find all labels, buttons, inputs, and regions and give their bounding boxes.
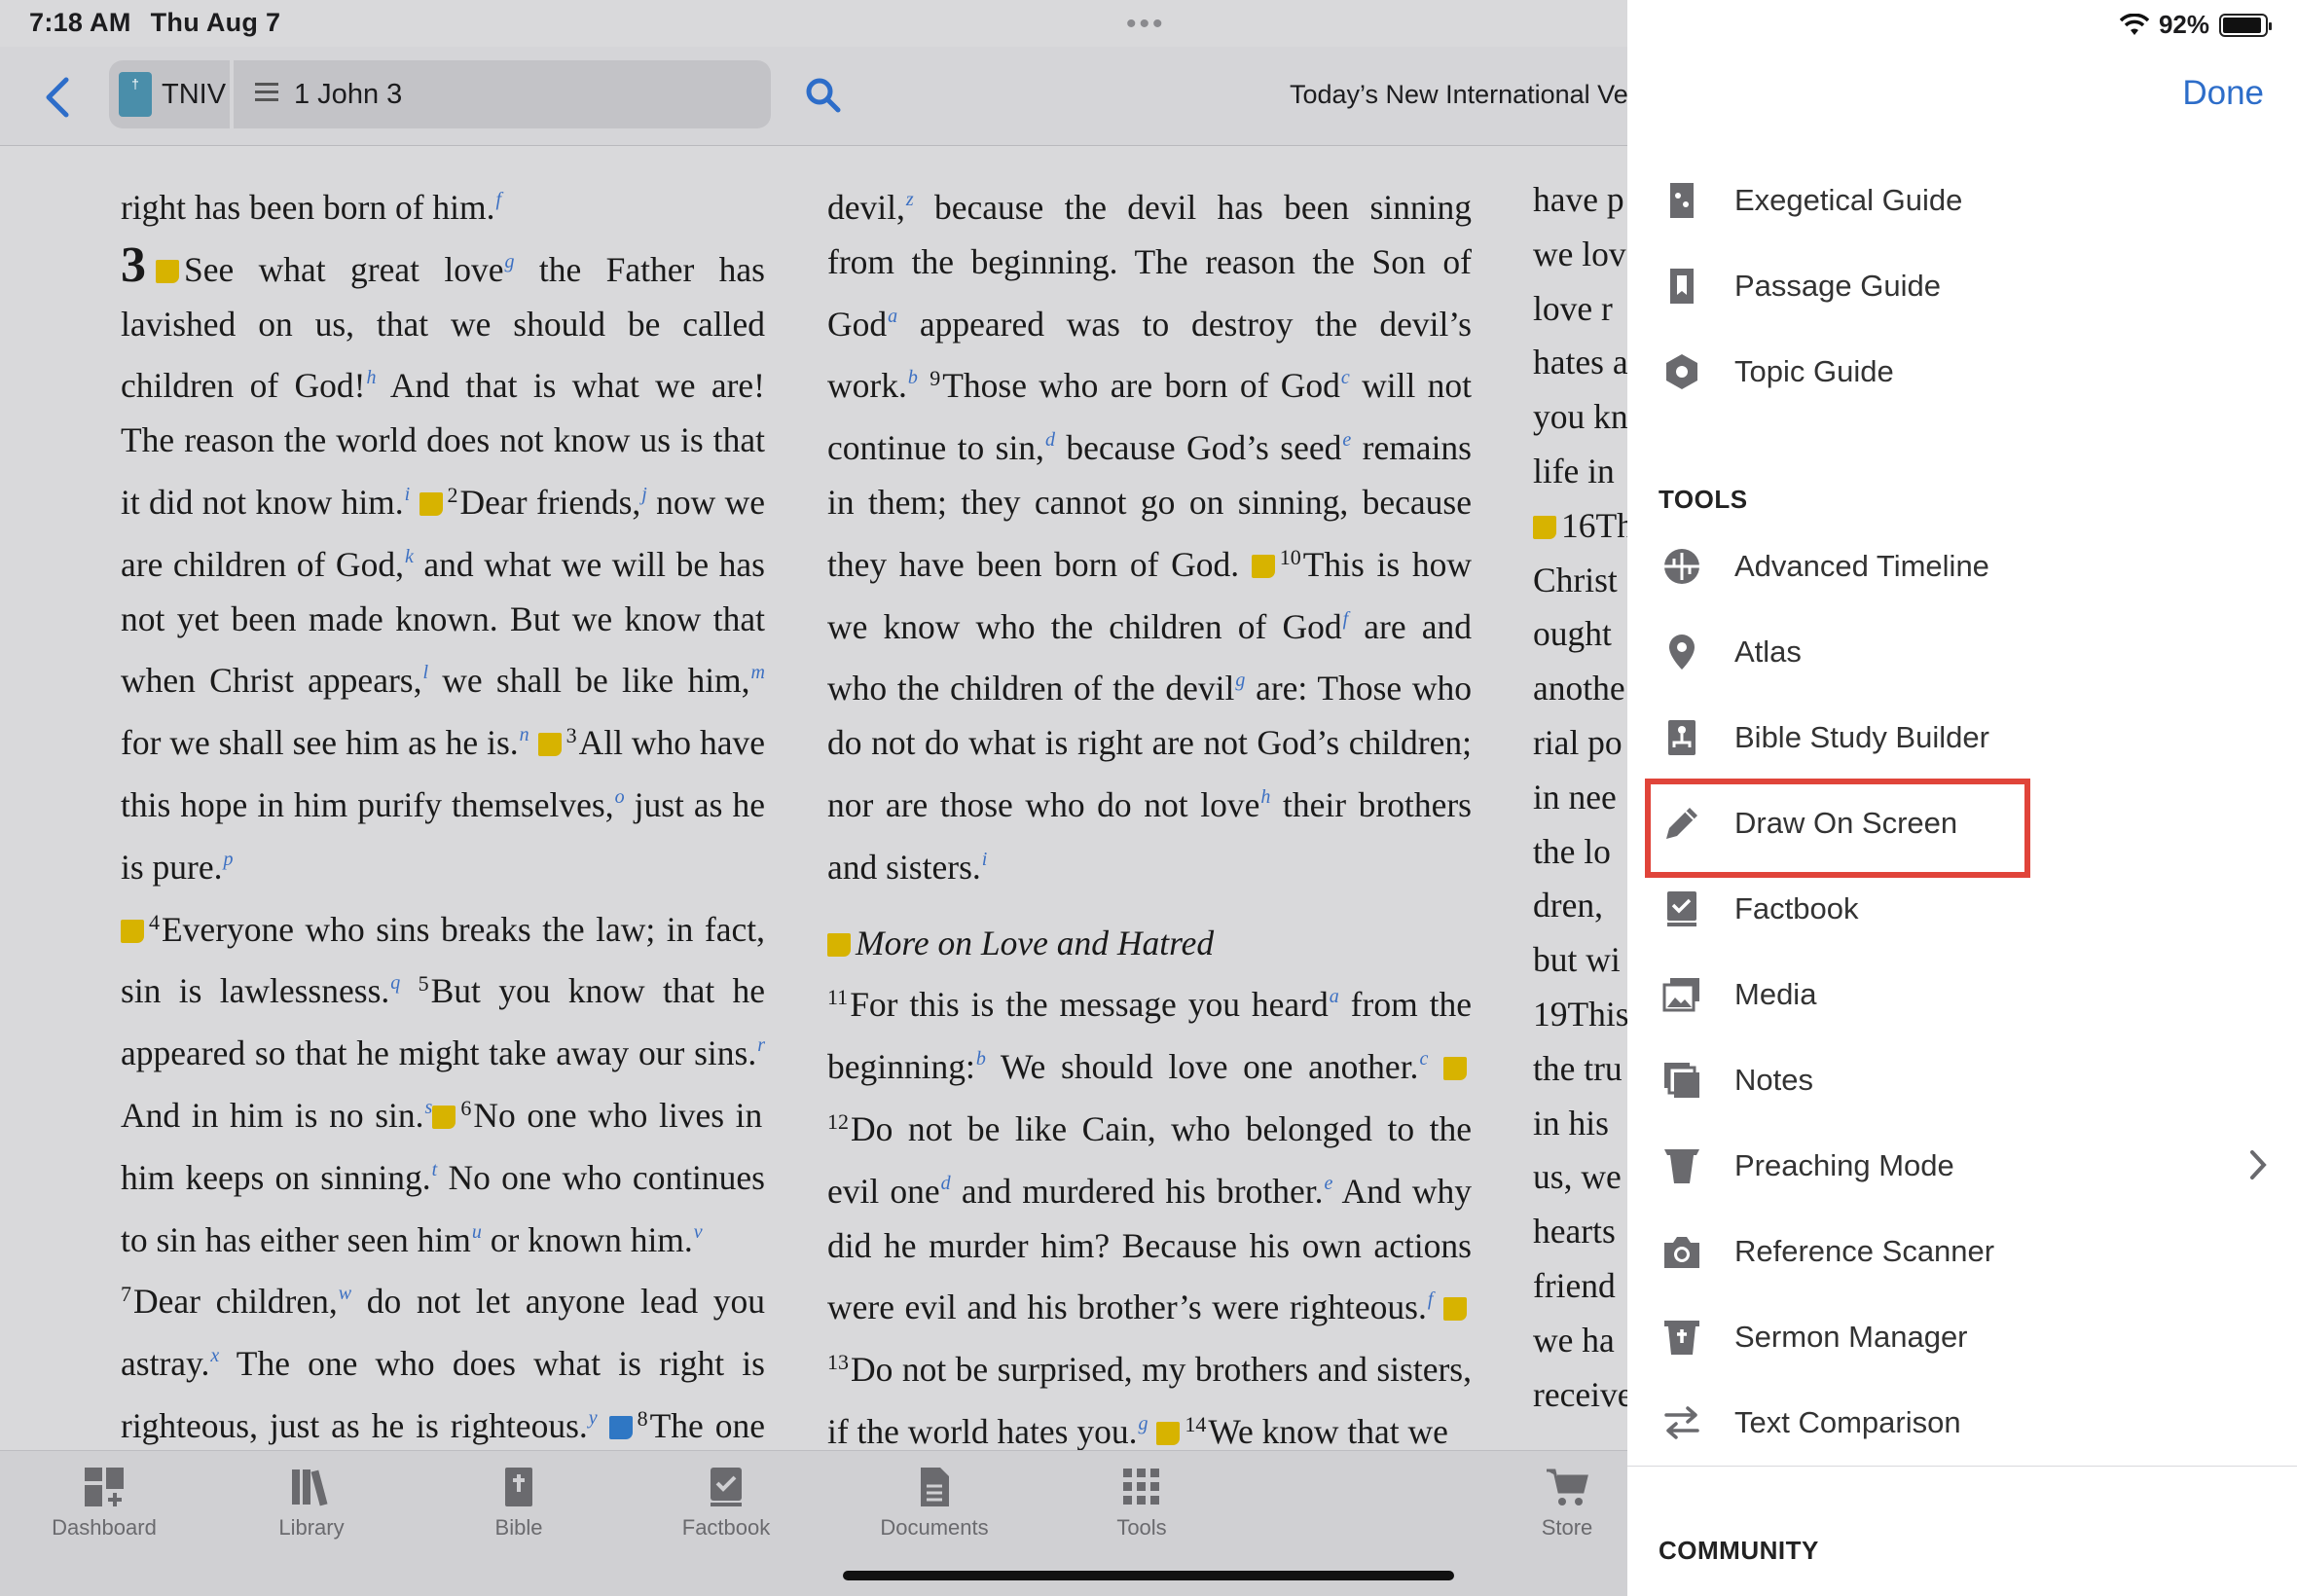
note-marker-icon[interactable] [432,1105,456,1129]
sermon-icon [1664,1321,1699,1355]
bible-text-column-1: right has been born of him.f 3 See what g… [121,173,765,1508]
battery-icon [2219,13,2272,37]
search-icon[interactable] [804,76,843,115]
library-icon [292,1469,328,1506]
menu-item-media[interactable]: Media [1627,958,2297,1032]
menu-item-advanced-timeline[interactable]: Advanced Timeline [1627,529,2297,603]
note-marker-icon[interactable] [1251,554,1275,578]
verse-paragraph: right has been born of him.f [121,188,502,227]
verse-number: 4 [149,909,160,934]
verse-number: 3 [565,723,577,748]
tab-bible[interactable]: Bible [431,1465,606,1541]
menu-item-reference-scanner[interactable]: Reference Scanner [1627,1215,2297,1288]
menu-item-notes[interactable]: Notes [1627,1043,2297,1117]
status-right: 92% [2119,10,2272,40]
verse-number: 7 [121,1282,131,1307]
menu-item-factbook[interactable]: Factbook [1627,872,2297,946]
community-section-header: COMMUNITY [1659,1536,1819,1565]
reader-toolbar: † TNIV 1 John 3 Today’s New Internationa… [0,47,1627,146]
note-marker-icon[interactable] [121,919,144,943]
wifi-icon [2119,13,2149,35]
done-button[interactable]: Done [2182,74,2264,113]
bible-icon [505,1468,532,1506]
note-marker-icon[interactable] [156,259,179,283]
tab-factbook[interactable]: Factbook [638,1465,814,1541]
cart-icon [1547,1469,1588,1505]
version-abbr: TNIV [162,79,227,110]
tab-tools[interactable]: Tools [1054,1465,1229,1541]
note-marker-icon[interactable] [1533,515,1556,539]
note-marker-icon[interactable] [1443,1297,1468,1322]
verse-number: 10 [1279,544,1301,569]
version-title: Today’s New International Version [1290,80,1627,109]
documents-icon [921,1468,949,1506]
status-time: 7:18 AM [29,8,131,37]
notes-icon [1664,1063,1699,1098]
verse-paragraph: 11For this is the message you hearda fro… [827,985,1472,1451]
timeline-icon [1664,549,1699,584]
dashboard-icon [85,1468,124,1506]
highlight-annotation-box [1645,779,2030,878]
menu-item-topic-guide[interactable]: Topic Guide [1627,335,2297,409]
status-bar-clock: 7:18 AM Thu Aug 7 [29,8,300,38]
verse-number: 8 [637,1405,648,1431]
verse-number: 14 [1185,1411,1207,1436]
menu-item-passage-guide[interactable]: Passage Guide [1627,249,2297,323]
tab-dashboard[interactable]: Dashboard [17,1465,192,1541]
verse-number: 9 [930,366,941,391]
back-chevron-icon[interactable] [39,74,78,121]
verse-number: 12 [827,1108,849,1134]
note-marker-icon[interactable] [537,733,562,757]
note-marker-icon[interactable] [608,1415,633,1439]
note-marker-icon[interactable] [827,932,851,957]
status-date: Thu Aug 7 [150,8,281,37]
menu-item-bible-study-builder[interactable]: Bible Study Builder [1627,701,2297,775]
exegetical-guide-icon [1670,183,1694,218]
home-indicator[interactable] [843,1571,1454,1580]
multitasking-dots-icon[interactable]: ••• [1126,8,1166,41]
media-icon [1662,978,1699,1012]
tools-section-header: TOOLS [1659,485,1748,514]
list-icon [255,83,278,106]
reference-label: 1 John 3 [294,79,403,110]
camera-icon [1664,1237,1699,1268]
verse-number: 2 [447,482,458,507]
chapter-number: 3 [121,236,146,293]
factbook-icon [711,1468,742,1506]
pulpit-icon [1664,1149,1699,1183]
map-pin-icon [1669,635,1695,670]
tab-library[interactable]: Library [224,1465,399,1541]
menu-item-atlas[interactable]: Atlas [1627,615,2297,689]
study-builder-icon [1668,720,1695,755]
battery-percent: 92% [2158,10,2209,39]
menu-item-text-comparison[interactable]: Text Comparison [1627,1386,2297,1460]
note-marker-icon[interactable] [419,491,443,516]
verse-paragraph: 4Everyone who sins breaks the law; in fa… [121,909,766,1259]
verse-paragraph: 3 See what great loveg the Father has lav… [121,236,765,887]
verse-number: 5 [418,971,429,997]
tools-grid-icon [1123,1469,1159,1505]
topic-guide-icon [1666,354,1697,389]
tab-documents[interactable]: Documents [847,1465,1022,1541]
section-divider [1627,1466,2297,1467]
menu-item-exegetical-guide[interactable]: Exegetical Guide [1627,163,2297,237]
tniv-book-icon: † [119,72,152,117]
menu-item-preaching-mode[interactable]: Preaching Mode [1627,1129,2297,1203]
verse-number: 6 [460,1095,472,1120]
passage-guide-icon [1670,269,1694,304]
bible-text-column-3-clipped: have p we lov love r hates a you kn life in 16… [1533,180,1627,1414]
factbook-icon [1667,891,1696,926]
compare-arrows-icon [1664,1406,1699,1439]
verse-number: 13 [827,1350,849,1375]
note-marker-icon[interactable] [1156,1421,1181,1445]
chevron-right-icon [2250,1150,2267,1179]
menu-item-sermon-manager[interactable]: Sermon Manager [1627,1300,2297,1374]
note-marker-icon[interactable] [1443,1057,1468,1081]
verse-number: 11 [827,985,849,1010]
verse-paragraph: devil,z because the devil has been sinni… [827,188,1473,887]
section-heading: More on Love and Hatred [827,917,1472,971]
resource-selector: † TNIV 1 John 3 [109,60,771,128]
bible-text-column-2: devil,z because the devil has been sinni… [827,173,1472,1460]
